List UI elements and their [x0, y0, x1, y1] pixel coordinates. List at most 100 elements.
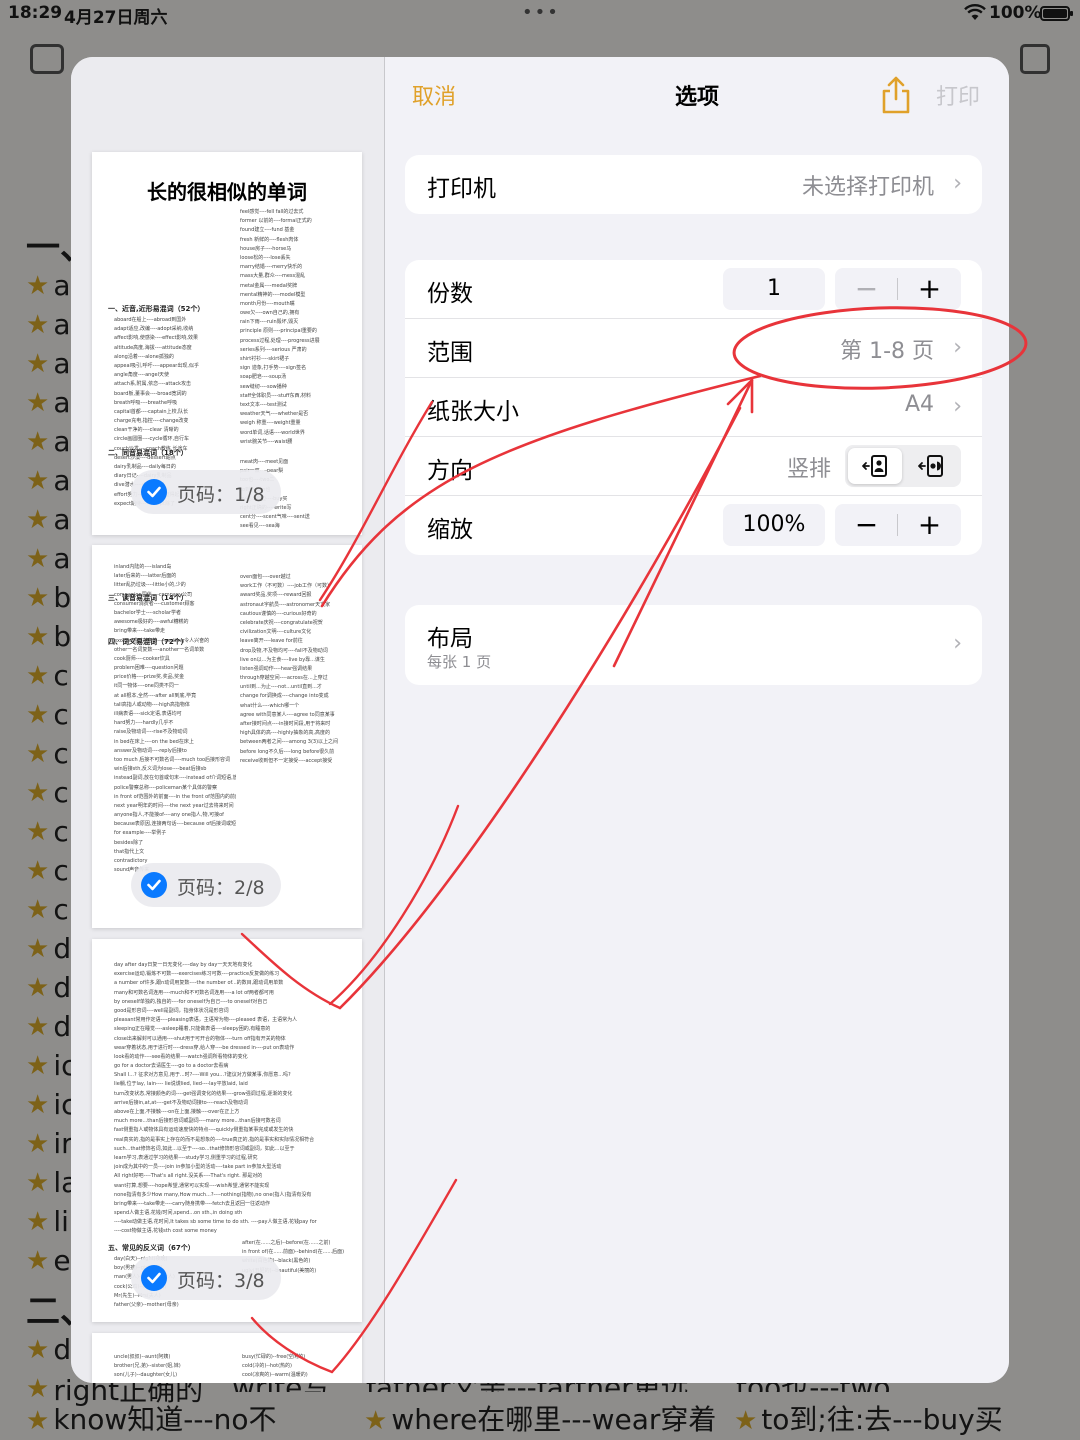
scale-decrement-button[interactable]: − [835, 504, 898, 546]
page-text-line: exercise运动,锻炼不可数----exercises练习可数----pra… [114, 971, 280, 978]
page-text-line: celebrate庆祝----congratulate祝贺 [240, 619, 323, 626]
page-text-line: a number of许多,跟n动词用复数----the number of..… [114, 980, 284, 987]
page-text-line: bring带来----take带走 [114, 628, 165, 635]
page-text-line: none指清有多少How many,How much...?----nothin… [114, 1191, 312, 1198]
page-text-line: answer及物动词----reply后接to [114, 747, 187, 754]
page-text-line: attach系,附属,依恋----attack攻击 [114, 381, 192, 388]
scale-increment-button[interactable]: + [898, 504, 961, 546]
page-text-line: spend人做主语,花钱/时间,spend...on sth.,in doing… [114, 1210, 243, 1217]
page-text-line: process过程,处理----progress进展 [240, 337, 320, 344]
page-text-line: receive收到但不一定接受----accept接受 [240, 757, 333, 764]
print-preview-pane[interactable]: 长的很相似的单词 feel感觉----fell fall的过去式 former 以… [71, 57, 385, 1383]
page-text-line: cook厨师----cooker炊具 [114, 655, 170, 662]
page-text-line: Shall I...? 征求对方意见,用于...时?----Will you..… [114, 1072, 291, 1079]
layout-row[interactable]: 布局 每张 1 页 › [405, 605, 982, 685]
page-text-line: much more...than后接形容词或副词----many more...… [114, 1118, 281, 1125]
page-text-line: series系列----serious 严肃的 [240, 346, 307, 353]
range-row[interactable]: 范围 第 1-8 页 › [405, 319, 982, 378]
portrait-option[interactable] [848, 448, 902, 484]
page-text-column: uncle(叔叔)--aunt(阿姨) brother(兄,弟)--sister(… [114, 1353, 232, 1381]
page-heading: 二、同音易混词（18个） [108, 449, 188, 457]
wifi-icon [964, 4, 986, 20]
multitasking-dots-icon[interactable]: ••• [522, 2, 560, 23]
page-text-line: ill病表语----sick定语,表语均可 [114, 711, 182, 717]
orientation-row: 方向 竖排 [405, 437, 982, 496]
page-text-line: brother(兄,弟)--sister(姐,妹) [114, 1363, 181, 1370]
page-text-line: rain下雨----ruin毁坏,毁灭 [240, 319, 299, 326]
page-text-line: anyone指人,不能接of----any one指人,物,可接of [114, 812, 224, 819]
page-text-line: close出来解封可以通用----shut用于可开合的物体----turn of… [114, 1035, 286, 1042]
page-text-line: former 以前的----formal正式的 [240, 218, 312, 225]
page-text-line: look看的动作----see看的结果----watch强调所看物体的变化 [114, 1053, 248, 1060]
page-text-line: instead副词,放在句首或句末----instead of介词短语,放句中 [114, 775, 236, 782]
page-text-line: sew缝纫----sow播种 [240, 383, 287, 390]
landscape-option[interactable] [904, 448, 958, 484]
page-text-line: board板,董事会----broad宽阔的 [114, 390, 187, 397]
checkmark-icon [141, 479, 167, 505]
page-text-line: before long不久后----long before很久前 [240, 748, 335, 755]
page-text-line: that指代上文 [114, 848, 145, 855]
page-number-badge[interactable]: 页码：2/8 [131, 863, 281, 907]
layout-group: 布局 每张 1 页 › [405, 605, 982, 685]
page-text-column: busy(忙碌的)--free(空闲的) cold(冷的)--hot(热的) coo… [242, 1353, 356, 1381]
print-button[interactable]: 打印 [936, 79, 980, 111]
page-text-line: what什么----which哪一个 [240, 702, 300, 709]
page-number-label: 页码：3/8 [177, 1270, 265, 1292]
page-text-line: tall高指人或动物----high高指物体 [114, 701, 190, 708]
page-number-label: 页码：2/8 [177, 877, 265, 899]
scale-label: 缩放 [427, 517, 473, 543]
page-text-line: win后接sth,反义词为lose----beat后接sb [114, 766, 207, 773]
share-icon[interactable] [879, 75, 913, 115]
page-text-line: sign 迹象,打手势----sign签名 [240, 365, 307, 372]
layout-label: 布局 [427, 626, 473, 652]
scale-field[interactable]: 100% [723, 504, 825, 546]
page-text-line: join成为其中的一员----join in参加小型的活动----take pa… [114, 1164, 282, 1171]
page-text-line: marry结婚----merry快乐的 [240, 264, 303, 271]
page-thumbnail-4[interactable]: uncle(叔叔)--aunt(阿姨) brother(兄,弟)--sister(… [92, 1333, 362, 1383]
scale-row: 缩放 100% − + [405, 496, 982, 555]
checkmark-icon [141, 1265, 167, 1291]
page-text-line: charge充电,指控----change改变 [114, 418, 189, 425]
page-text-line: month月份----mouth嘴 [240, 300, 295, 307]
chevron-right-icon: › [953, 394, 962, 419]
copies-decrement-button[interactable]: − [835, 268, 898, 310]
paper-size-row[interactable]: 纸张大小 A4 › [405, 378, 982, 437]
range-value: 第 1-8 页 [840, 339, 934, 364]
battery-percentage: 100% [989, 3, 1042, 23]
page-text-line: work工作（不可数）----job工作（可数） [240, 583, 332, 590]
page-text-line: live on以...为主食----live by靠...谋生 [240, 656, 325, 663]
portrait-icon [862, 455, 887, 477]
copies-field[interactable]: 1 [723, 268, 825, 310]
page-text-line: house房子----horse马 [240, 245, 292, 252]
page-text-line: father(父亲)--mother(母亲) [114, 1301, 179, 1308]
page-text-line: it同一物体----one同类不同一 [114, 683, 179, 690]
page-text-line: besides除了 [114, 839, 144, 846]
page-text-line: weigh 称重----weight重量 [240, 420, 301, 427]
copies-increment-button[interactable]: + [898, 268, 961, 310]
page-text-line: go for a doctor去请医生----go to a doctor去看病 [114, 1063, 229, 1070]
page-text-line: good是形容词----well是副词，指身体状况是形容词 [114, 1007, 229, 1014]
page-number-badge[interactable]: 页码：3/8 [131, 1256, 281, 1300]
page-text-line: many和可数名词连用----much和不可数名词连用----a lot of两… [114, 989, 274, 996]
page-text-line: metal金属----medal奖牌 [240, 282, 298, 289]
page-text-line: angle角度----angel天使 [114, 372, 169, 379]
page-text-line: litter乱扔垃圾----little小的,少的 [114, 582, 186, 589]
page-text-line: appeal吸引,呼吁----appear出现,似乎 [114, 362, 199, 369]
page-number-badge[interactable]: 页码：1/8 [131, 470, 281, 514]
printer-row[interactable]: 打印机 未选择打印机 › [405, 155, 982, 214]
range-label: 范围 [427, 340, 473, 366]
page-text-line: until到...为止----not...until直到...才 [240, 684, 322, 691]
page-text-line: for example----举例子 [114, 830, 167, 837]
page-text-line: by oneself单独的,独自的----for oneself为自己----t… [114, 998, 268, 1005]
page-text-line: after接时间点----in接时间段,用于将来时 [240, 721, 331, 727]
chevron-right-icon: › [953, 631, 962, 656]
copies-row: 份数 1 − + [405, 260, 982, 319]
page-text-line: in bed在床上----on the bed在床上 [114, 738, 194, 745]
page-heading: 一、近音,近形易混词（52个） [108, 305, 205, 313]
page-text-line: price价格----prize奖,奖品,奖金 [114, 674, 185, 681]
page-text-line: staff全体职员----stuff东西,材料 [240, 392, 312, 399]
scale-stepper: − + [835, 504, 961, 546]
page-text-line: other一名词复数----another一名词单数 [114, 646, 205, 653]
page-text-line: agree with同意某人----agree to同意某事 [240, 711, 335, 718]
page-title: 长的很相似的单词 [147, 180, 307, 204]
